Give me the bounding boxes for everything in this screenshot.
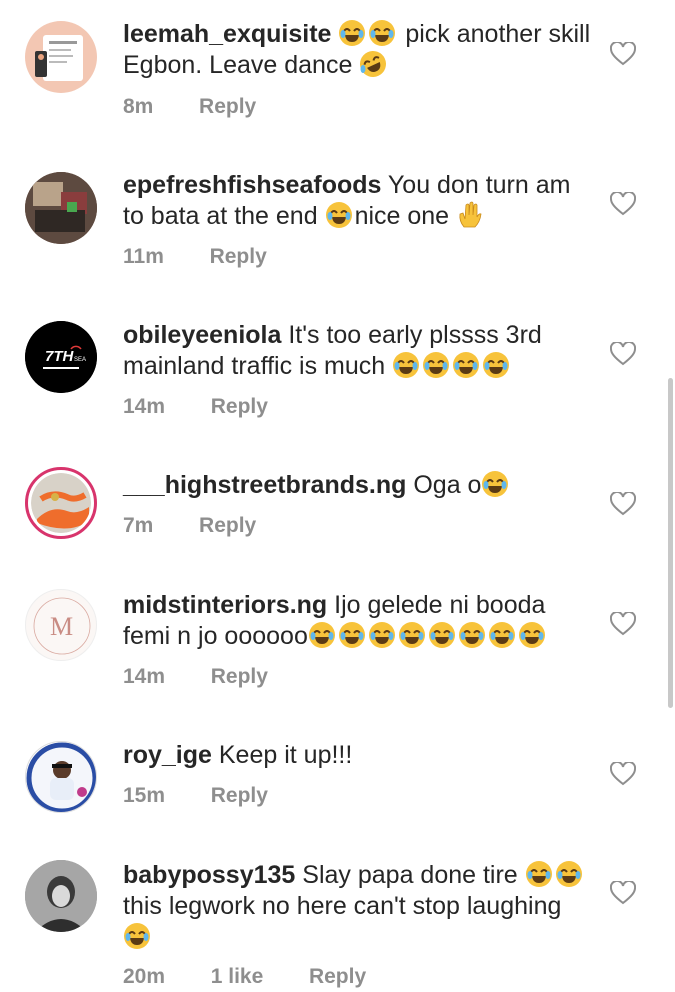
comment-meta: 8m Reply [123,95,256,119]
comment-text: babypossy135 Slay papa done tire this le… [123,860,593,953]
rofl-emoji [359,51,389,79]
comment-time: 7m [123,514,154,537]
comment-username[interactable]: leemah_exquisite [123,20,331,48]
comment-username[interactable]: midstinteriors.ng [123,591,327,619]
comment-time: 20m [123,965,166,988]
avatar[interactable] [25,860,97,932]
comment-meta: 11m Reply [123,245,267,269]
like-count[interactable]: 1 like [211,965,264,989]
comment-time: 14m [123,665,166,688]
comment-time: 15m [123,784,166,807]
heart-icon[interactable] [610,192,636,216]
joy-emoji [338,20,398,48]
joy-emoji [392,352,512,380]
comment-meta: 15m Reply [123,784,268,808]
wave-emoji [456,201,486,230]
comment-text: midstinteriors.ng Ijo gelede ni booda fe… [123,590,593,652]
heart-icon[interactable] [610,612,636,636]
reply-button[interactable]: Reply [199,514,256,538]
avatar[interactable] [25,172,97,244]
comment-username[interactable]: obileyeeniola [123,321,281,349]
comment-text: roy_ige Keep it up!!! [123,741,353,769]
comment-time: 14m [123,395,166,418]
comment-text: epefreshfishseafoods You don turn am to … [123,171,571,230]
avatar[interactable] [25,741,97,813]
comment-username[interactable]: roy_ige [123,741,212,769]
comment-username[interactable]: babypossy135 [123,861,295,889]
avatar[interactable] [25,467,97,539]
joy-emoji [325,202,355,230]
avatar-logo-text: M [50,612,73,641]
reply-button[interactable]: Reply [211,784,268,808]
joy-emoji [308,622,548,650]
reply-button[interactable]: Reply [210,245,267,269]
avatar[interactable]: M [25,589,97,661]
avatar[interactable]: 7TH SEA [25,321,97,393]
comment-time: 8m [123,95,154,118]
avatar[interactable] [25,21,97,93]
comment-time: 11m [123,245,164,268]
comment-meta: 7m Reply [123,514,256,538]
comment-meta: 20m 1 like Reply [123,965,366,989]
joy-emoji [481,471,511,499]
heart-icon[interactable] [610,881,636,905]
reply-button[interactable]: Reply [309,965,366,989]
scrollbar[interactable] [668,378,673,708]
heart-icon[interactable] [610,342,636,366]
joy-emoji [525,861,585,889]
comment-username[interactable]: ___highstreetbrands.ng [123,471,406,499]
heart-icon[interactable] [610,42,636,66]
comment-meta: 14m Reply [123,395,268,419]
heart-icon[interactable] [610,762,636,786]
heart-icon[interactable] [610,492,636,516]
reply-button[interactable]: Reply [199,95,256,119]
comment-meta: 14m Reply [123,665,268,689]
comment-username[interactable]: epefreshfishseafoods [123,171,381,199]
comment-text: obileyeeniola It's too early plssss 3rd … [123,321,542,380]
reply-button[interactable]: Reply [211,665,268,689]
comment-text: leemah_exquisite pick another skill Egbo… [123,19,593,81]
avatar-logo-subtext: SEA [74,357,86,363]
avatar-logo-text: 7TH [45,348,75,365]
comment-text: ___highstreetbrands.ng Oga o [123,470,593,501]
reply-button[interactable]: Reply [211,395,268,419]
joy-emoji [123,923,153,951]
